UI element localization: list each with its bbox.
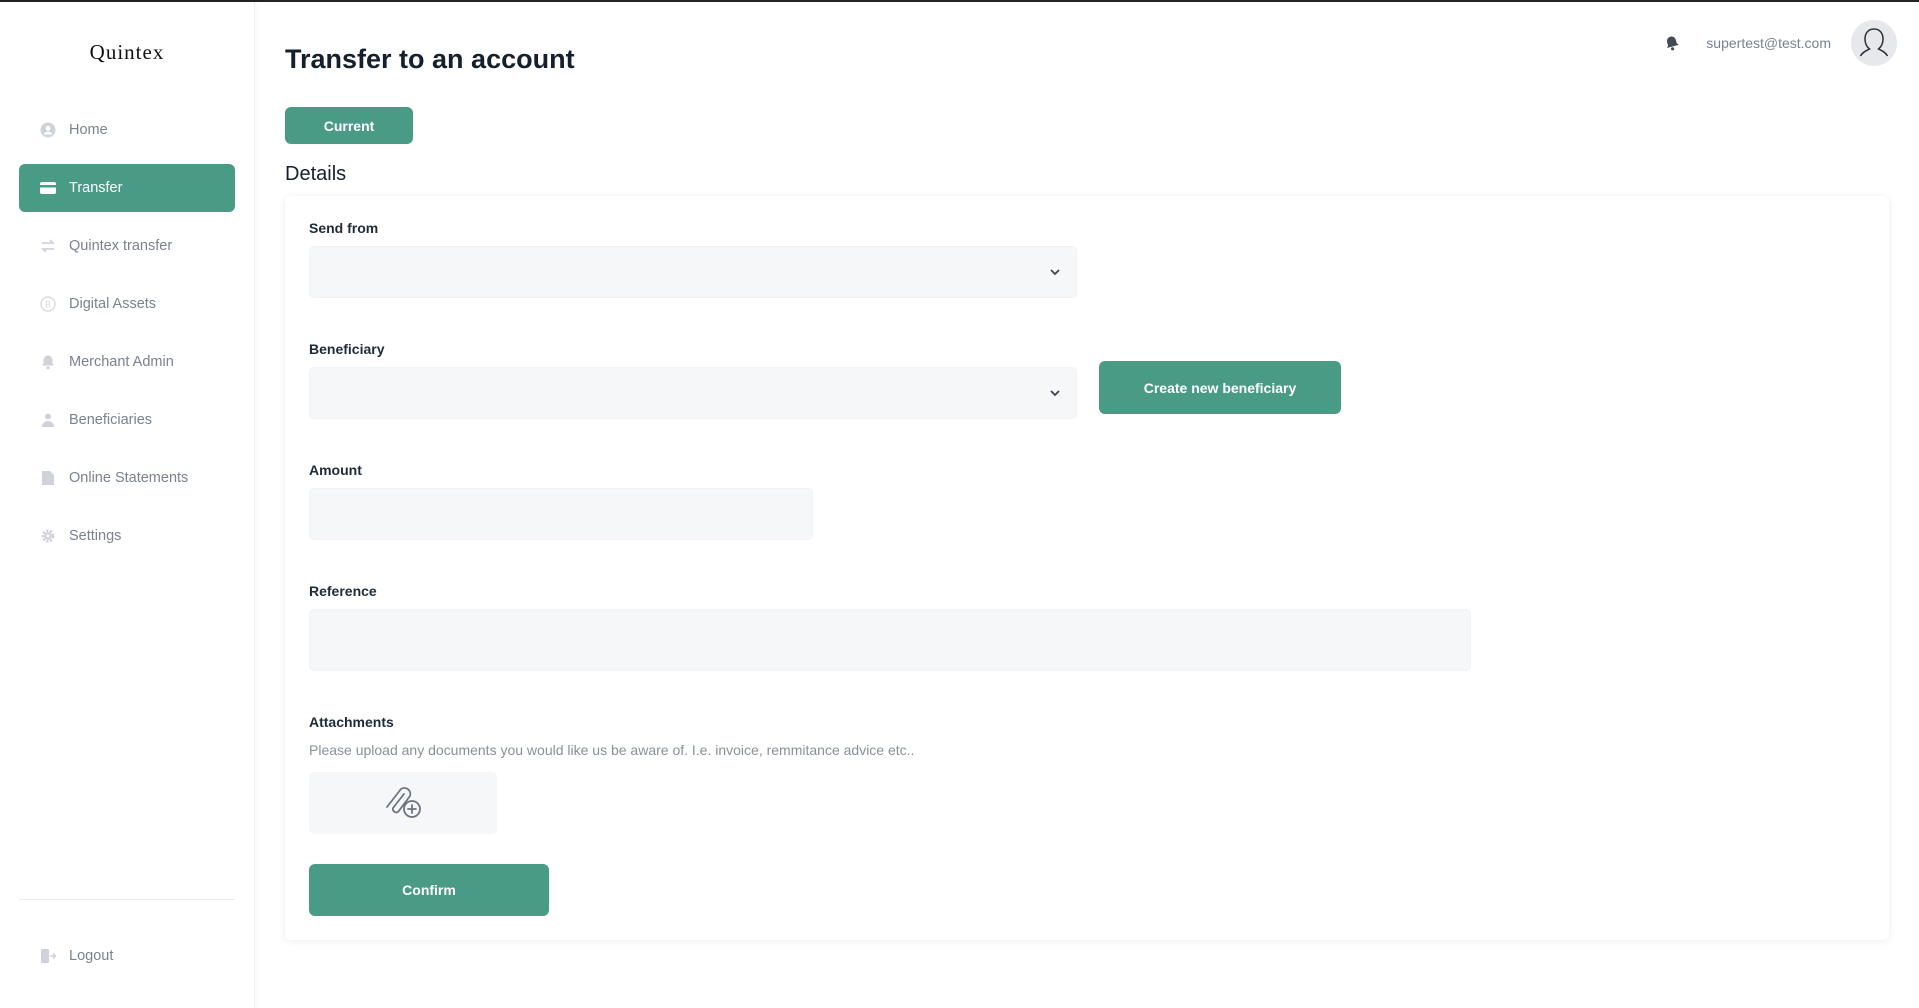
sidebar-item-label: Digital Assets bbox=[69, 296, 157, 312]
logout-label: Logout bbox=[69, 948, 114, 964]
sidebar-item-beneficiaries[interactable]: Beneficiaries bbox=[19, 396, 235, 444]
reference-input[interactable] bbox=[309, 609, 1471, 671]
sidebar-item-logout[interactable]: Logout bbox=[19, 932, 235, 980]
sidebar-divider bbox=[19, 899, 235, 900]
sidebar-item-merchant-admin[interactable]: Merchant Admin bbox=[19, 338, 235, 386]
sidebar-nav: Home Transfer Quintex transfer B Digital… bbox=[19, 106, 235, 570]
sidebar-item-online-statements[interactable]: Online Statements bbox=[19, 454, 235, 502]
create-new-beneficiary-button[interactable]: Create new beneficiary bbox=[1099, 361, 1341, 414]
sidebar-item-label: Quintex transfer bbox=[69, 238, 173, 254]
bitcoin-icon: B bbox=[39, 295, 57, 313]
logo: Quintex bbox=[89, 40, 165, 64]
amount-label: Amount bbox=[309, 462, 362, 478]
sidebar-item-home[interactable]: Home bbox=[19, 106, 235, 154]
tab-current[interactable]: Current bbox=[285, 107, 413, 144]
arrows-exchange-icon bbox=[39, 237, 57, 255]
sidebar-item-transfer[interactable]: Transfer bbox=[19, 164, 235, 212]
paperclip-add-icon bbox=[381, 781, 425, 826]
sidebar-item-settings[interactable]: Settings bbox=[19, 512, 235, 560]
chevron-down-icon bbox=[1048, 265, 1062, 279]
sidebar-item-label: Online Statements bbox=[69, 470, 189, 486]
bell-icon bbox=[39, 353, 57, 371]
beneficiary-label: Beneficiary bbox=[309, 341, 385, 357]
gear-icon bbox=[39, 527, 57, 545]
notification-bell-icon[interactable] bbox=[1664, 35, 1680, 51]
attachments-help-text: Please upload any documents you would li… bbox=[309, 742, 915, 758]
user-avatar-icon bbox=[1859, 28, 1889, 57]
confirm-button[interactable]: Confirm bbox=[309, 864, 549, 916]
home-icon bbox=[39, 121, 57, 139]
beneficiary-select[interactable] bbox=[309, 367, 1077, 419]
page-title: Transfer to an account bbox=[285, 44, 575, 74]
logout-container: Logout bbox=[19, 932, 235, 990]
chevron-down-icon bbox=[1048, 386, 1062, 400]
transfer-form-card: Send from Beneficiary Create new benefic… bbox=[285, 196, 1889, 940]
sidebar-item-label: Home bbox=[69, 122, 108, 138]
card-icon bbox=[39, 179, 57, 197]
attachments-label: Attachments bbox=[309, 714, 394, 730]
user-area: supertest@test.com bbox=[1664, 20, 1897, 66]
send-from-label: Send from bbox=[309, 220, 379, 236]
sidebar-item-label: Merchant Admin bbox=[69, 354, 174, 370]
sidebar-item-label: Settings bbox=[69, 528, 122, 544]
users-icon bbox=[39, 411, 57, 429]
details-title: Details bbox=[285, 163, 347, 185]
amount-input[interactable] bbox=[309, 488, 813, 540]
document-icon bbox=[39, 469, 57, 487]
sidebar-item-digital-assets[interactable]: B Digital Assets bbox=[19, 280, 235, 328]
send-from-select[interactable] bbox=[309, 246, 1077, 298]
user-email[interactable]: supertest@test.com bbox=[1706, 35, 1831, 51]
attachment-upload-area[interactable] bbox=[309, 772, 497, 834]
sidebar-item-label: Transfer bbox=[69, 180, 123, 196]
sidebar: Quintex Home Transfer Quintex transfer B… bbox=[0, 2, 255, 1008]
logout-icon bbox=[39, 947, 57, 965]
top-border bbox=[0, 0, 1919, 2]
sidebar-item-label: Beneficiaries bbox=[69, 412, 153, 428]
reference-label: Reference bbox=[309, 583, 377, 599]
sidebar-item-quintex-transfer[interactable]: Quintex transfer bbox=[19, 222, 235, 270]
avatar[interactable] bbox=[1851, 20, 1897, 66]
svg-text:B: B bbox=[45, 300, 51, 310]
